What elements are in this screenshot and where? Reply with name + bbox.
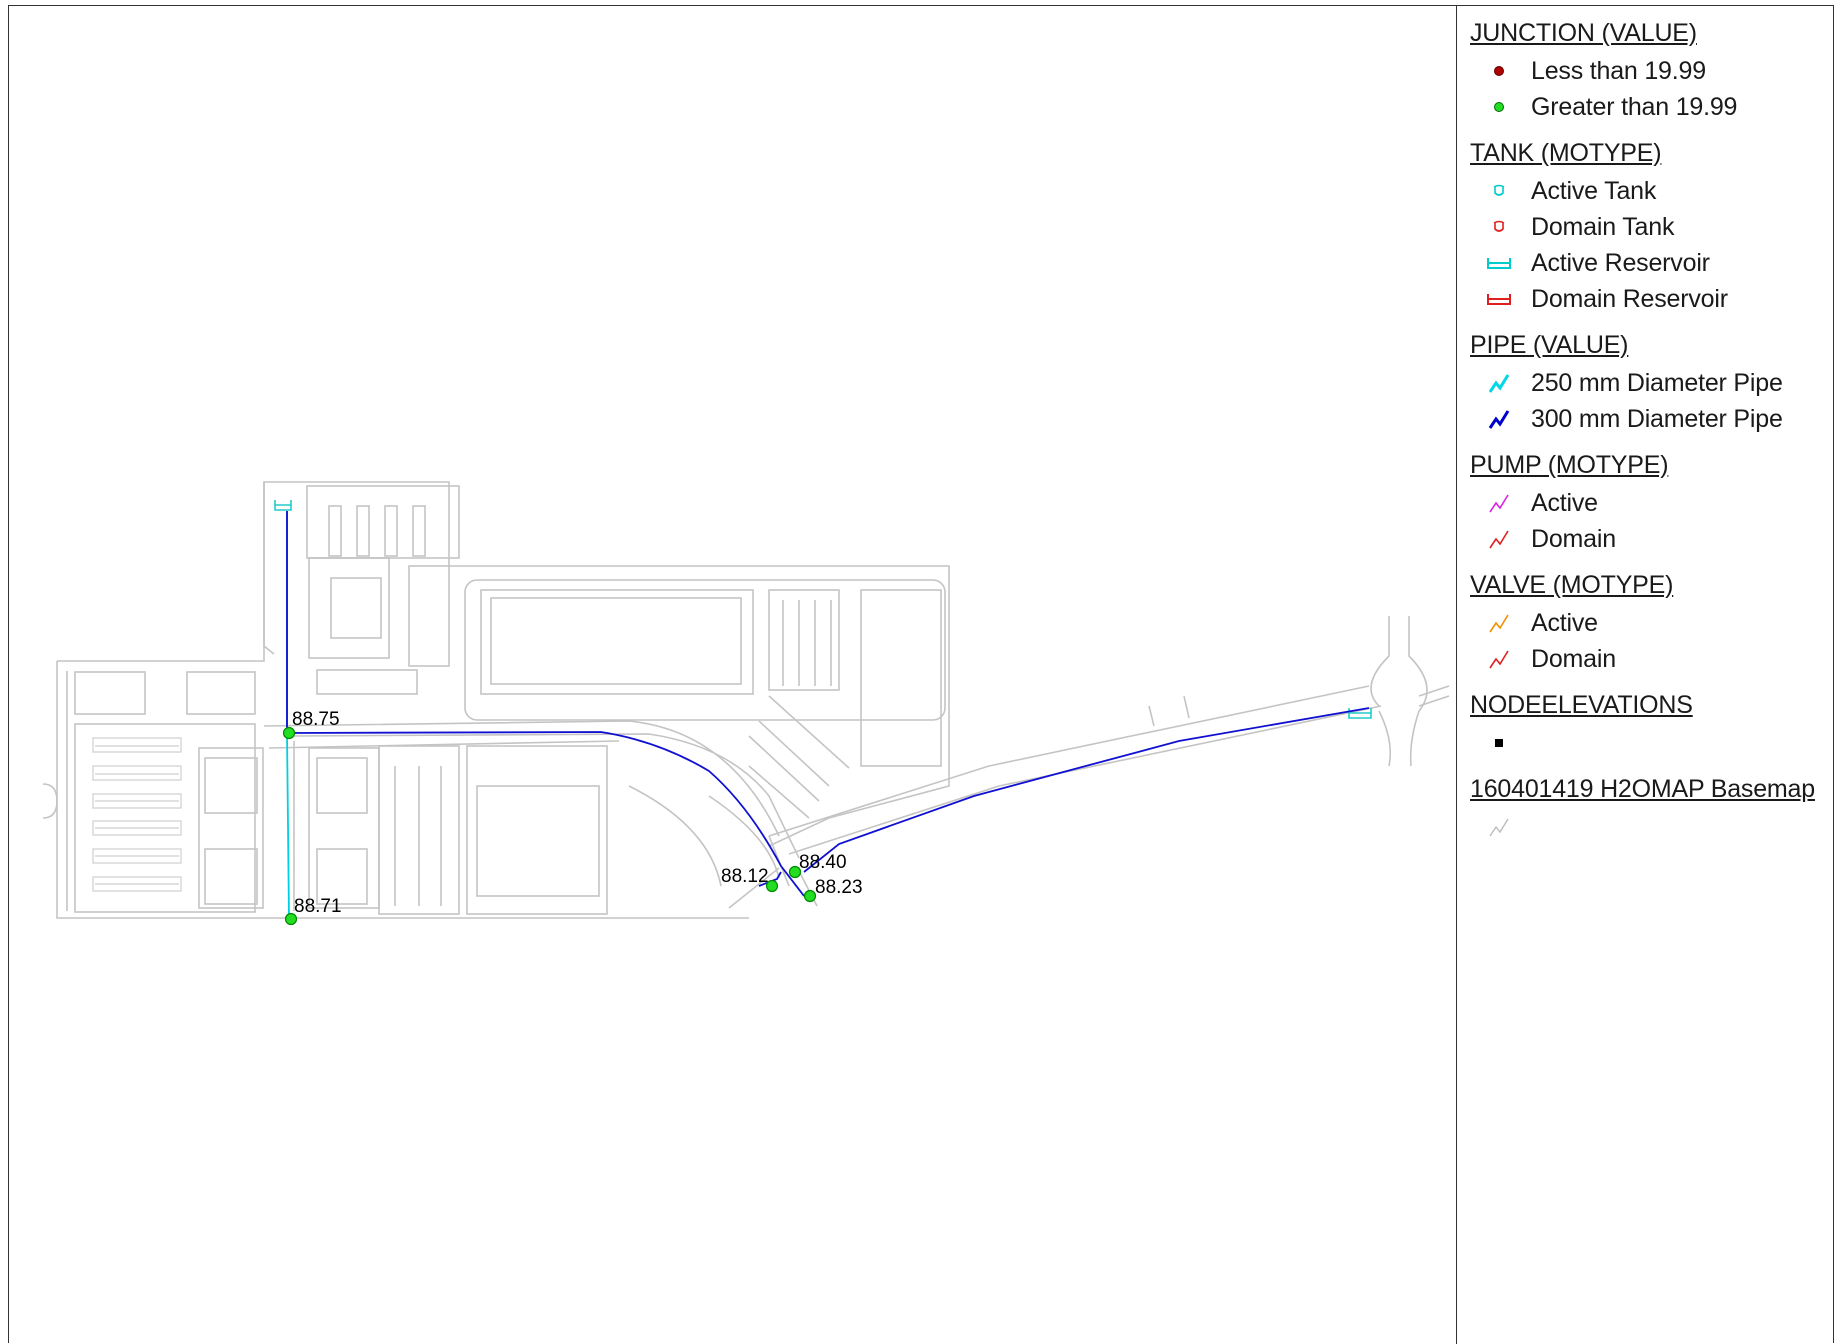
pipe-250mm[interactable] — [286, 732, 290, 920]
elevation-label: 88.12 — [721, 866, 769, 887]
legend-label: Active — [1531, 608, 1598, 637]
square-marker-icon — [1485, 729, 1513, 757]
elevation-label: 88.40 — [799, 852, 847, 873]
legend-item — [1485, 812, 1531, 842]
elevation-label: 88.71 — [294, 896, 342, 917]
legend-item — [1485, 728, 1531, 758]
valve-zigzag-icon — [1485, 645, 1513, 673]
legend-item: Domain — [1485, 524, 1616, 554]
pipe-zigzag-icon — [1485, 405, 1513, 433]
pump-zigzag-icon — [1485, 489, 1513, 517]
junction-dot-icon — [1485, 93, 1513, 121]
legend-label: Active Reservoir — [1531, 248, 1710, 277]
pipe-zigzag-icon — [1485, 369, 1513, 397]
legend-item: Active Reservoir — [1485, 248, 1710, 278]
legend-item: 250 mm Diameter Pipe — [1485, 368, 1783, 398]
basemap-line-icon — [1485, 813, 1513, 841]
legend-item: Active Tank — [1485, 176, 1656, 206]
reservoir-icon — [1485, 285, 1513, 313]
legend-item: 300 mm Diameter Pipe — [1485, 404, 1783, 434]
reservoir-layer — [274, 500, 1372, 719]
junction-dot-icon — [1485, 57, 1513, 85]
legend-label: Active Tank — [1531, 176, 1657, 205]
reservoir-icon[interactable] — [274, 500, 292, 511]
legend-label: Greater than 19.99 — [1531, 92, 1738, 121]
legend-heading-pipe: PIPE (VALUE) — [1470, 331, 1629, 359]
legend-heading-valve: VALVE (MOTYPE) — [1470, 571, 1674, 599]
junction-node[interactable] — [803, 889, 817, 903]
basemap-layer — [42, 481, 1450, 919]
legend-heading-pump: PUMP (MOTYPE) — [1470, 451, 1669, 479]
legend-label: 250 mm Diameter Pipe — [1531, 368, 1783, 397]
legend-label: Domain — [1531, 644, 1616, 673]
tank-icon — [1485, 177, 1513, 205]
legend-label: 300 mm Diameter Pipe — [1531, 404, 1783, 433]
legend-item: Domain — [1485, 644, 1616, 674]
valve-zigzag-icon — [1485, 609, 1513, 637]
tank-icon — [1485, 213, 1513, 241]
reservoir-icon — [1485, 249, 1513, 277]
legend-heading-basemap: 160401419 H2OMAP Basemap — [1470, 775, 1815, 803]
legend-label: Domain Reservoir — [1531, 284, 1728, 313]
network-map: 88.75 88.71 88.40 88.12 88.23 — [42, 481, 1450, 926]
legend-item: Domain Reservoir — [1485, 284, 1728, 314]
map-window: 88.75 88.71 88.40 88.12 88.23 JUNCTION (… — [8, 5, 1834, 1344]
legend-item: Domain Tank — [1485, 212, 1674, 242]
elevation-label: 88.75 — [292, 709, 340, 730]
legend-item: Greater than 19.99 — [1485, 92, 1737, 122]
legend-label: Domain — [1531, 524, 1616, 553]
legend-heading-tank: TANK (MOTYPE) — [1470, 139, 1662, 167]
legend-item: Active — [1485, 488, 1598, 518]
legend-label: Active — [1531, 488, 1598, 517]
map-legend: JUNCTION (VALUE) Less than 19.99 Greater… — [1456, 6, 1833, 1344]
pump-zigzag-icon — [1485, 525, 1513, 553]
legend-heading-nodeelevations: NODEELEVATIONS — [1470, 691, 1693, 719]
junction-layer — [282, 726, 817, 926]
elevation-label: 88.23 — [815, 877, 863, 898]
legend-heading-junction: JUNCTION (VALUE) — [1470, 19, 1697, 47]
pipe-300mm[interactable] — [803, 707, 1370, 873]
map-canvas[interactable]: 88.75 88.71 88.40 88.12 88.23 — [9, 6, 1456, 1344]
legend-item: Less than 19.99 — [1485, 56, 1706, 86]
legend-label: Less than 19.99 — [1531, 56, 1706, 85]
legend-label: Domain Tank — [1531, 212, 1675, 241]
legend-item: Active — [1485, 608, 1598, 638]
